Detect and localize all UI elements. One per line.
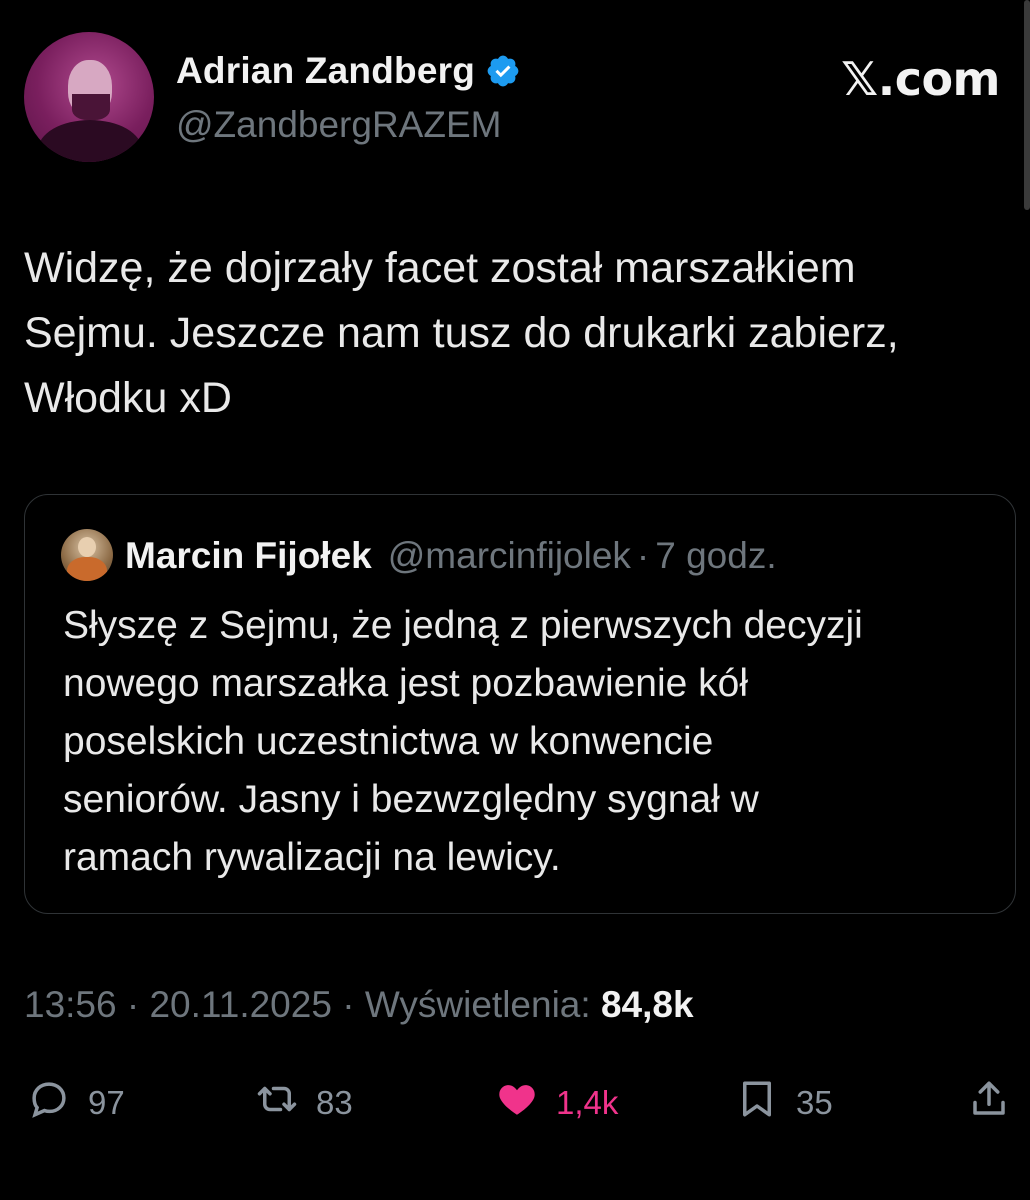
tweet-meta: 13:56 · 20.11.2025 · Wyświetlenia: 84,8k [24, 984, 694, 1026]
x-brand-logo: 𝕏.com [841, 52, 1000, 106]
share-button[interactable] [968, 1078, 1010, 1128]
quote-separator: · [636, 535, 650, 576]
repost-count: 83 [316, 1084, 353, 1121]
views-count[interactable]: 84,8k [601, 984, 694, 1025]
bookmark-count: 35 [796, 1084, 833, 1121]
author-handle[interactable]: @ZandbergRAZEM [176, 104, 501, 146]
meta-separator: · [126, 984, 140, 1025]
heart-icon [496, 1078, 538, 1128]
scrollbar[interactable] [1024, 0, 1030, 210]
repost-button[interactable]: 83 [256, 1078, 353, 1128]
repost-icon [256, 1078, 298, 1128]
author-display-name[interactable]: Adrian Zandberg [176, 50, 475, 92]
bookmark-button[interactable]: 35 [736, 1078, 833, 1128]
tweet-time[interactable]: 13:56 [24, 984, 117, 1025]
quoted-tweet-card[interactable]: Marcin Fijołek @marcinfijolek · 7 godz. … [24, 494, 1016, 914]
views-label: Wyświetlenia: [364, 984, 591, 1025]
quote-handle[interactable]: @marcinfijolek [388, 535, 631, 577]
reply-icon [28, 1078, 70, 1128]
verified-badge-icon[interactable] [485, 53, 521, 89]
quote-text: Słyszę z Sejmu, że jedną z pierwszych de… [63, 604, 863, 879]
tweet-page: Adrian Zandberg @ZandbergRAZEM 𝕏.com Wid… [0, 0, 1030, 1200]
quote-display-name[interactable]: Marcin Fijołek [125, 535, 372, 577]
like-count: 1,4k [556, 1084, 619, 1121]
avatar-shoulders [38, 120, 142, 162]
quote-header: Marcin Fijołek @marcinfijolek · 7 godz. [125, 535, 777, 577]
tweet-date[interactable]: 20.11.2025 [149, 984, 331, 1025]
reply-button[interactable]: 97 [28, 1078, 125, 1128]
quote-avatar-body [67, 557, 107, 581]
like-button[interactable]: 1,4k [496, 1078, 618, 1128]
reply-count: 97 [88, 1084, 125, 1121]
author-avatar[interactable] [24, 32, 154, 162]
tweet-text: Widzę, że dojrzały facet został marszałk… [24, 244, 899, 422]
quote-timestamp[interactable]: 7 godz. [655, 535, 776, 577]
bookmark-icon [736, 1078, 778, 1128]
meta-separator: · [342, 984, 355, 1025]
share-icon [968, 1078, 1010, 1128]
author-name-row[interactable]: Adrian Zandberg [176, 50, 521, 92]
quote-avatar-face [78, 537, 96, 557]
quote-author-avatar[interactable] [61, 529, 113, 581]
avatar-beard [72, 94, 110, 120]
